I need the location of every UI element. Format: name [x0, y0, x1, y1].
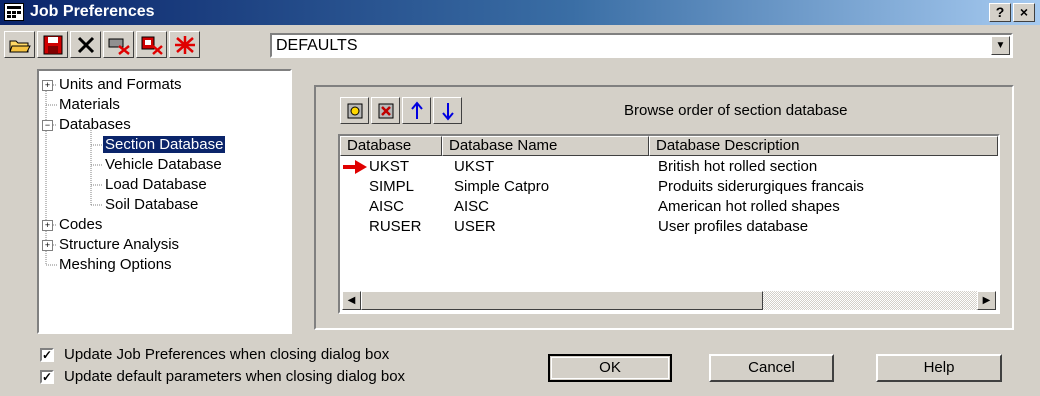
update-job-label: Update Job Preferences when closing dial… — [64, 346, 390, 363]
table-cell-db[interactable]: AISC — [369, 198, 404, 215]
add-icon[interactable] — [340, 97, 369, 124]
preset-dropdown[interactable]: DEFAULTS ▼ — [270, 33, 1013, 58]
scroll-thumb[interactable] — [361, 291, 763, 310]
table-cell-desc[interactable]: User profiles database — [658, 218, 808, 235]
table-cell-desc[interactable]: Produits siderurgiques francais — [658, 178, 864, 195]
tree-item-codes[interactable]: Codes — [59, 216, 102, 233]
expand-icon[interactable]: + — [42, 80, 53, 91]
window-title: Job Preferences — [30, 3, 155, 20]
table-cell-db[interactable]: SIMPL — [369, 178, 414, 195]
expand-icon[interactable]: + — [42, 220, 53, 231]
table-cell-db[interactable]: RUSER — [369, 218, 422, 235]
current-arrow-icon — [343, 160, 369, 178]
delete-icon[interactable] — [70, 31, 101, 58]
tree-item-section-database[interactable]: Section Database — [103, 136, 226, 153]
table-cell-name[interactable]: USER — [454, 218, 496, 235]
help-caption-button[interactable]: ? — [989, 3, 1011, 22]
table-cell-name[interactable]: UKST — [454, 158, 494, 175]
preset-value: DEFAULTS — [276, 37, 358, 54]
horizontal-scrollbar[interactable]: ◀ ▶ — [342, 291, 996, 310]
column-header-database-name[interactable]: Database Name — [442, 136, 649, 156]
title-bar[interactable]: Job Preferences ? × — [0, 0, 1040, 25]
column-header-database-description[interactable]: Database Description — [649, 136, 998, 156]
tree-item-structure-analysis[interactable]: Structure Analysis — [59, 236, 179, 253]
expand-icon[interactable]: + — [42, 240, 53, 251]
ok-button[interactable]: OK — [548, 354, 672, 382]
reset-icon[interactable] — [103, 31, 134, 58]
app-icon — [4, 3, 24, 21]
update-default-label: Update default parameters when closing d… — [64, 368, 406, 385]
scroll-right-icon[interactable]: ▶ — [977, 291, 996, 310]
help-button[interactable]: Help — [876, 354, 1002, 382]
tree-item-meshing-options[interactable]: Meshing Options — [59, 256, 172, 273]
open-folder-icon[interactable] — [4, 31, 35, 58]
table-cell-name[interactable]: AISC — [454, 198, 489, 215]
collapse-icon[interactable]: − — [42, 120, 53, 131]
copy-icon[interactable] — [136, 31, 167, 58]
database-list[interactable]: Database Database Name Database Descript… — [338, 134, 1000, 314]
column-header-database[interactable]: Database — [340, 136, 442, 156]
table-cell-desc[interactable]: American hot rolled shapes — [658, 198, 840, 215]
remove-icon[interactable] — [371, 97, 400, 124]
browse-order-label: Browse order of section database — [624, 102, 848, 119]
table-cell-desc[interactable]: British hot rolled section — [658, 158, 817, 175]
tree-item-materials[interactable]: Materials — [59, 96, 120, 113]
tree-item-load-database[interactable]: Load Database — [105, 176, 207, 193]
tree-item-vehicle-database[interactable]: Vehicle Database — [105, 156, 222, 173]
table-cell-name[interactable]: Simple Catpro — [454, 178, 549, 195]
save-icon[interactable] — [37, 31, 68, 58]
move-up-icon[interactable] — [402, 97, 431, 124]
clear-icon[interactable] — [169, 31, 200, 58]
close-button[interactable]: × — [1013, 3, 1035, 22]
tree-item-databases[interactable]: Databases — [59, 116, 131, 133]
update-job-checkbox[interactable]: ✓ — [40, 348, 54, 362]
chevron-down-icon[interactable]: ▼ — [991, 36, 1010, 55]
update-default-checkbox[interactable]: ✓ — [40, 370, 54, 384]
preferences-tree[interactable]: + Units and Formats Materials − Database… — [37, 69, 292, 334]
tree-item-soil-database[interactable]: Soil Database — [105, 196, 198, 213]
move-down-icon[interactable] — [433, 97, 462, 124]
scroll-left-icon[interactable]: ◀ — [342, 291, 361, 310]
tree-item-units-and-formats[interactable]: Units and Formats — [59, 76, 182, 93]
table-cell-db[interactable]: UKST — [369, 158, 409, 175]
cancel-button[interactable]: Cancel — [709, 354, 834, 382]
